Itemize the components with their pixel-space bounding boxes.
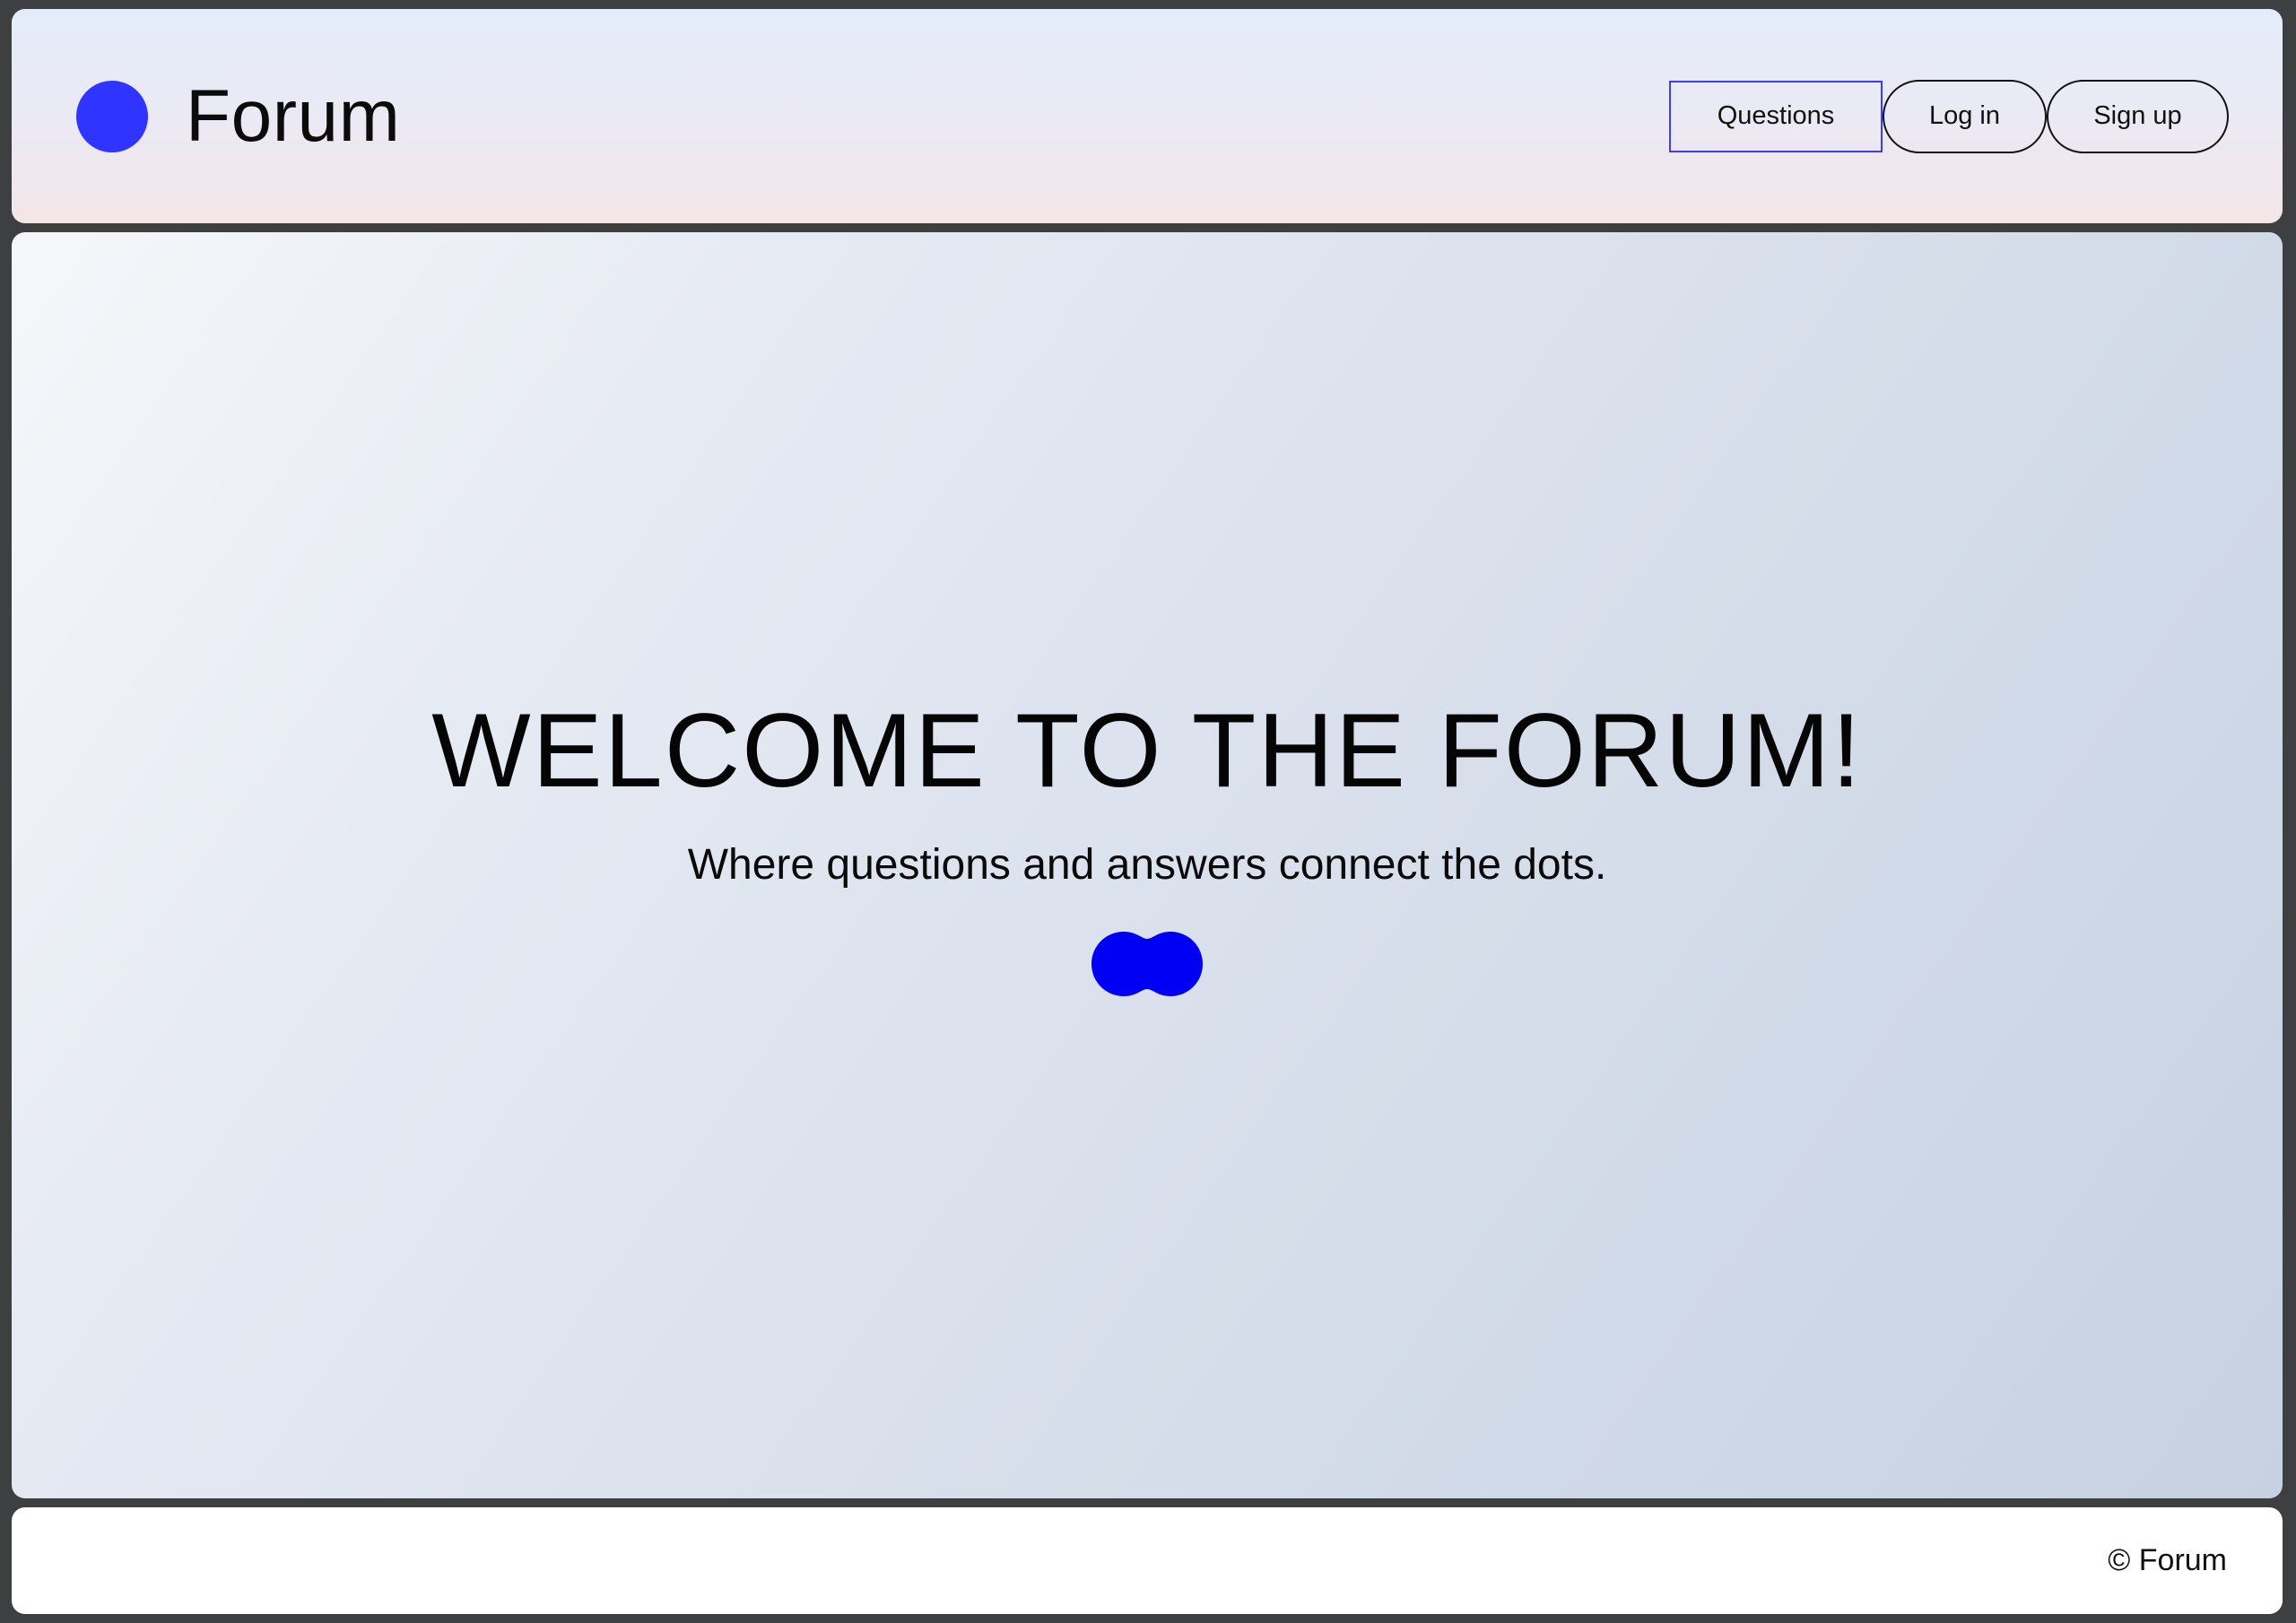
signup-button[interactable]: Sign up <box>2047 79 2229 153</box>
login-button[interactable]: Log in <box>1883 79 2047 153</box>
connected-dots-icon <box>1090 930 1205 998</box>
site-footer: © Forum <box>12 1507 2283 1614</box>
site-header: Forum Questions Log in Sign up <box>12 9 2283 223</box>
brand[interactable]: Forum <box>76 74 401 157</box>
hero-subtitle: Where questions and answers connect the … <box>687 840 1607 889</box>
questions-button[interactable]: Questions <box>1669 80 1883 152</box>
brand-name: Forum <box>186 74 401 157</box>
hero-section: WELCOME TO THE FORUM! Where questions an… <box>12 232 2283 1498</box>
logo-dot-icon <box>76 80 148 152</box>
connected-dots-svg <box>1091 931 1203 996</box>
copyright-text: © Forum <box>2108 1543 2227 1577</box>
hero-title: WELCOME TO THE FORUM! <box>431 690 1863 809</box>
main-nav: Questions Log in Sign up <box>1669 79 2229 153</box>
